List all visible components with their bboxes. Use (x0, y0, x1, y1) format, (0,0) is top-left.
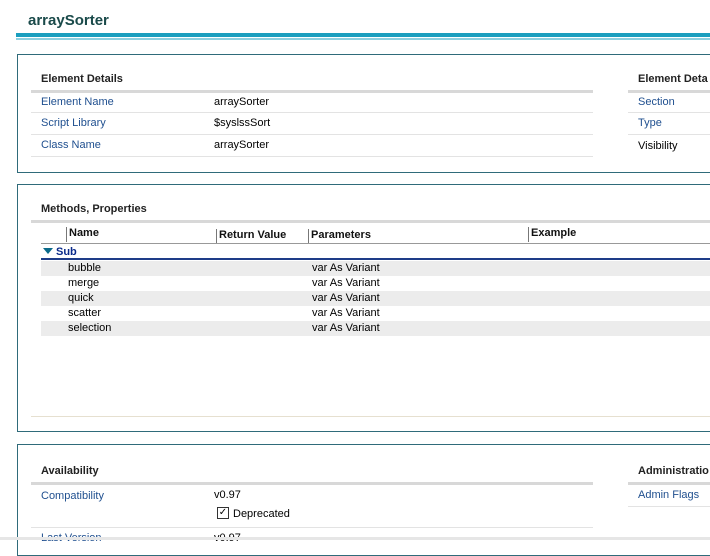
element-details-heading: Element Details (41, 73, 123, 85)
compatibility-value: v0.97 (214, 489, 241, 501)
section-rule (31, 220, 710, 223)
script-library-label: Script Library (41, 117, 106, 129)
column-header-name[interactable]: Name (66, 227, 214, 242)
row-divider (31, 527, 593, 528)
group-rule (41, 258, 710, 260)
method-name: quick (68, 292, 94, 304)
column-header-return-value[interactable]: Return Value (216, 229, 306, 244)
method-parameters: var As Variant (312, 262, 380, 274)
header-divider (41, 243, 710, 244)
method-parameters: var As Variant (312, 322, 380, 334)
table-row[interactable]: bubble var As Variant (41, 261, 710, 276)
column-header-parameters[interactable]: Parameters (308, 229, 525, 244)
column-header-example[interactable]: Example (528, 227, 710, 242)
element-details-right-heading: Element Deta (638, 73, 708, 85)
section-rule (31, 482, 593, 485)
administration-heading: Administratio (638, 465, 709, 477)
method-name: merge (68, 277, 100, 289)
table-row[interactable]: selection var As Variant (41, 321, 710, 336)
method-name: scatter (68, 307, 102, 319)
title-accent-bar-light (16, 38, 710, 40)
row-divider (31, 156, 593, 157)
methods-heading: Methods, Properties (41, 203, 147, 215)
visibility-label: Visibility (638, 140, 678, 152)
method-name: selection (68, 322, 112, 334)
row-divider (628, 134, 710, 135)
methods-panel: Methods, Properties Name Return Value Pa… (17, 184, 710, 432)
class-name-value: arraySorter (214, 139, 270, 151)
row-divider (628, 112, 710, 113)
section-label: Section (638, 96, 675, 108)
class-name-label: Class Name (41, 139, 101, 151)
deprecated-checkbox[interactable]: ✓ (217, 507, 229, 519)
table-row[interactable]: quick var As Variant (41, 291, 710, 306)
method-parameters: var As Variant (312, 292, 380, 304)
group-row-sub[interactable]: Sub (41, 246, 77, 258)
script-library-value: $syslssSort (214, 117, 271, 129)
group-label: Sub (56, 246, 77, 258)
compatibility-label: Compatibility (41, 490, 104, 502)
section-rule (628, 482, 710, 485)
table-row[interactable]: scatter var As Variant (41, 306, 710, 321)
method-name: bubble (68, 262, 102, 274)
row-divider (628, 506, 710, 507)
title-accent-bar (16, 33, 710, 37)
method-parameters: var As Variant (312, 307, 380, 319)
admin-flags-label: Admin Flags (638, 489, 700, 501)
method-parameters: var As Variant (312, 277, 380, 289)
element-name-label: Element Name (41, 96, 114, 108)
availability-heading: Availability (41, 465, 99, 477)
table-bottom-rule (31, 416, 710, 417)
element-details-panel: Element Details Element Name arraySorter… (17, 54, 710, 173)
section-rule (31, 90, 593, 93)
row-divider (31, 112, 593, 113)
triangle-down-icon[interactable] (43, 248, 53, 254)
section-rule (628, 90, 710, 93)
page-title: arraySorter (28, 12, 109, 29)
type-label: Type (638, 117, 662, 129)
deprecated-label: Deprecated (233, 508, 290, 520)
element-name-value: arraySorter (214, 96, 270, 108)
table-row[interactable]: merge var As Variant (41, 276, 710, 291)
row-divider (31, 134, 593, 135)
